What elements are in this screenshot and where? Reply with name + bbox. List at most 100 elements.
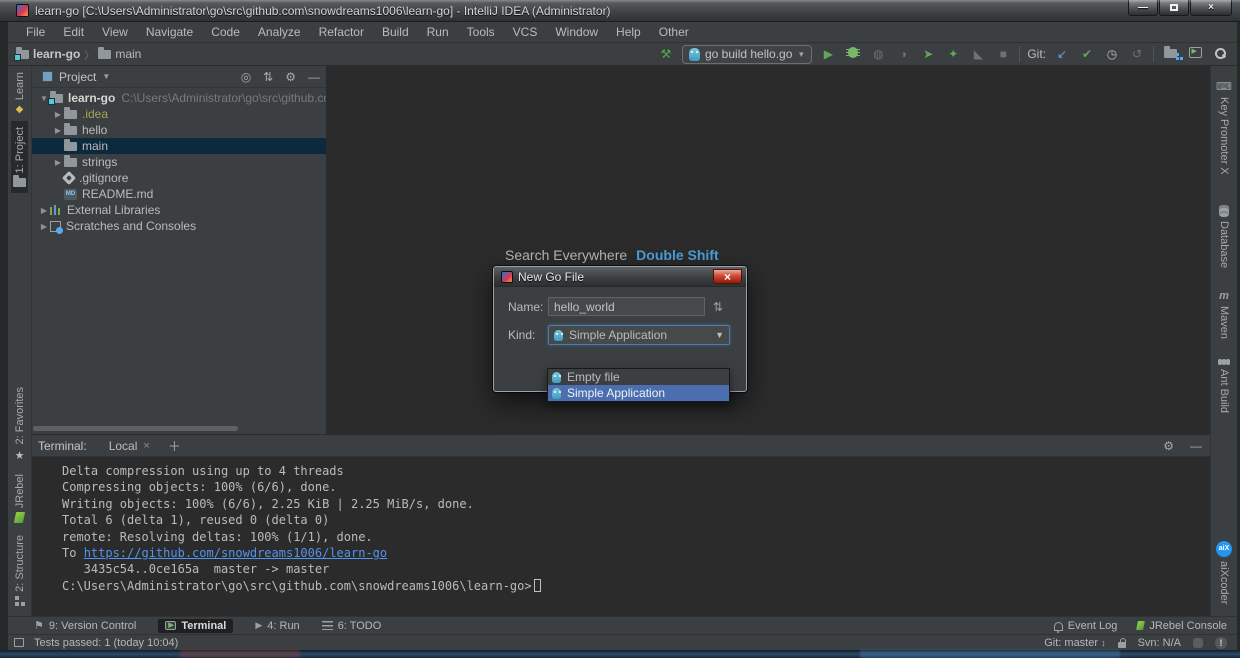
tree-row-learn-go[interactable]: ▼ learn-go C:\Users\Administrator\go\src… — [32, 90, 326, 106]
chevron-right-icon[interactable]: ▶ — [52, 110, 64, 119]
chevron-right-icon[interactable]: ▶ — [52, 126, 64, 135]
flag-icon: ⚑ — [34, 619, 44, 632]
chevron-right-icon[interactable]: ▶ — [38, 206, 50, 215]
debug-jrebel-button[interactable]: ✦ — [944, 47, 962, 61]
stripe-aixcoder[interactable]: aiX aiXcoder — [1214, 535, 1234, 616]
editor-shortcut-hint: Search Everywhere Double Shift — [505, 247, 719, 263]
jrebel-console-button[interactable]: JRebel Console — [1137, 620, 1227, 632]
terminal-line: Compressing objects: 100% (6/6), done. — [62, 479, 1210, 495]
menu-tools[interactable]: Tools — [459, 23, 503, 41]
menu-window[interactable]: Window — [547, 23, 606, 41]
folder-icon — [64, 158, 77, 167]
minimize-button[interactable]: — — [1128, 0, 1158, 16]
tree-row-external-libraries[interactable]: ▶ External Libraries — [32, 202, 326, 218]
tree-row-strings[interactable]: ▶ strings — [32, 154, 326, 170]
menu-edit[interactable]: Edit — [55, 23, 92, 41]
menu-vcs[interactable]: VCS — [505, 23, 546, 41]
tree-row-idea[interactable]: ▶ .idea — [32, 106, 326, 122]
panel-settings-gear-icon[interactable]: ⚙ — [285, 70, 296, 84]
option-empty-file[interactable]: Empty file — [548, 369, 729, 385]
update-project-icon[interactable]: ↙ — [1053, 47, 1071, 61]
stripe-ant-build[interactable]: Ant Build — [1216, 353, 1232, 419]
project-structure-icon[interactable] — [1161, 47, 1179, 61]
toolwindow-toggle-icon[interactable] — [14, 638, 24, 647]
breadcrumb-project[interactable]: learn-go — [16, 47, 80, 61]
status-bar: Tests passed: 1 (today 10:04) Git: maste… — [8, 634, 1237, 650]
terminal-output[interactable]: Delta compression using up to 4 threads … — [32, 457, 1210, 616]
debug-button[interactable] — [844, 47, 862, 61]
github-repo-link[interactable]: https://github.com/snowdreams1006/learn-… — [84, 546, 387, 560]
rerun-jrebel-button[interactable]: ➤ — [919, 47, 937, 61]
project-tool-icon — [13, 178, 26, 187]
dialog-titlebar[interactable]: New Go File × — [494, 267, 746, 287]
event-log-button[interactable]: Event Log — [1054, 620, 1118, 632]
dialog-close-button[interactable]: × — [713, 269, 742, 284]
toolwindow-terminal[interactable]: Terminal — [158, 619, 233, 633]
terminal-line: To https://github.com/snowdreams1006/lea… — [62, 545, 1210, 561]
toolwindow-version-control[interactable]: ⚑ 9: Version Control — [34, 619, 136, 632]
history-arrows-icon[interactable]: ⇅ — [713, 300, 723, 314]
breadcrumb-main[interactable]: main — [98, 47, 141, 61]
stripe-learn[interactable]: Learn ◆ — [12, 66, 28, 121]
stripe-jrebel[interactable]: JRebel — [12, 468, 28, 529]
horizontal-scrollbar[interactable] — [33, 426, 238, 431]
tree-row-hello[interactable]: ▶ hello — [32, 122, 326, 138]
tree-row-scratches[interactable]: ▶ Scratches and Consoles — [32, 218, 326, 234]
run-configuration-select[interactable]: go build hello.go ▼ — [682, 45, 812, 64]
menu-code[interactable]: Code — [203, 23, 248, 41]
chevron-right-icon[interactable]: ▶ — [52, 158, 64, 167]
profiler-button: ◑ — [894, 47, 912, 61]
hide-panel-icon[interactable]: — — [308, 70, 320, 84]
toolwindow-run[interactable]: ▶ 4: Run — [255, 620, 299, 632]
project-view-selector[interactable]: Project ▼ — [42, 70, 110, 84]
option-simple-application[interactable]: Simple Application — [548, 385, 729, 401]
terminal-tab-local[interactable]: Local × — [101, 437, 158, 455]
close-tab-icon[interactable]: × — [143, 440, 149, 452]
list-icon — [322, 621, 333, 630]
name-input[interactable] — [548, 297, 705, 316]
toolwindow-todo[interactable]: 6: TODO — [322, 620, 382, 632]
menu-help[interactable]: Help — [608, 23, 649, 41]
go-file-icon — [552, 372, 561, 383]
svn-widget[interactable]: Svn: N/A — [1138, 637, 1181, 649]
collapse-all-icon[interactable]: ⇅ — [263, 70, 273, 84]
build-hammer-icon[interactable]: ⚒ — [657, 47, 675, 61]
stripe-database[interactable]: Database — [1216, 199, 1232, 274]
stripe-key-promoter[interactable]: ⌨ Key Promoter X — [1214, 74, 1234, 181]
commit-icon[interactable]: ✔ — [1078, 47, 1096, 61]
terminal-settings-gear-icon[interactable]: ⚙ — [1163, 439, 1174, 453]
menu-bar: File Edit View Navigate Code Analyze Ref… — [8, 22, 1237, 43]
menu-run[interactable]: Run — [419, 23, 457, 41]
git-label: Git: — [1027, 47, 1046, 61]
history-clock-icon[interactable]: ◷ — [1103, 47, 1121, 61]
lock-icon[interactable] — [1118, 642, 1126, 648]
stripe-favorites[interactable]: 2: Favorites ★ — [12, 381, 28, 467]
maximize-button[interactable] — [1159, 0, 1189, 16]
search-everywhere-button[interactable] — [1211, 47, 1229, 61]
event-indicator-icon[interactable]: ! — [1215, 637, 1227, 649]
stripe-structure[interactable]: 2: Structure — [12, 529, 28, 616]
menu-build[interactable]: Build — [374, 23, 417, 41]
minimize-terminal-icon[interactable]: — — [1190, 439, 1202, 453]
close-button[interactable]: × — [1190, 0, 1232, 16]
run-button[interactable]: ▶ — [819, 47, 837, 61]
git-branch-widget[interactable]: Git: master ↕ — [1044, 637, 1105, 649]
kind-combobox[interactable]: Simple Application ▼ — [548, 325, 730, 345]
menu-other[interactable]: Other — [651, 23, 697, 41]
menu-view[interactable]: View — [94, 23, 136, 41]
coverage-button: ◍ — [869, 47, 887, 61]
tree-row-gitignore[interactable]: .gitignore — [32, 170, 326, 186]
locate-file-icon[interactable]: ◎ — [241, 70, 251, 84]
tree-row-readme[interactable]: MD README.md — [32, 186, 326, 202]
menu-analyze[interactable]: Analyze — [250, 23, 309, 41]
tree-row-main[interactable]: main — [32, 138, 326, 154]
new-terminal-tab-button[interactable]: ＋ — [168, 436, 181, 455]
menu-file[interactable]: File — [18, 23, 53, 41]
jrebel-icon — [14, 512, 25, 523]
stripe-project[interactable]: 1: Project — [11, 121, 28, 192]
menu-refactor[interactable]: Refactor — [311, 23, 372, 41]
stripe-maven[interactable]: m Maven — [1216, 284, 1232, 345]
menu-navigate[interactable]: Navigate — [138, 23, 201, 41]
chevron-right-icon[interactable]: ▶ — [38, 222, 50, 231]
run-anything-icon[interactable] — [1186, 47, 1204, 61]
